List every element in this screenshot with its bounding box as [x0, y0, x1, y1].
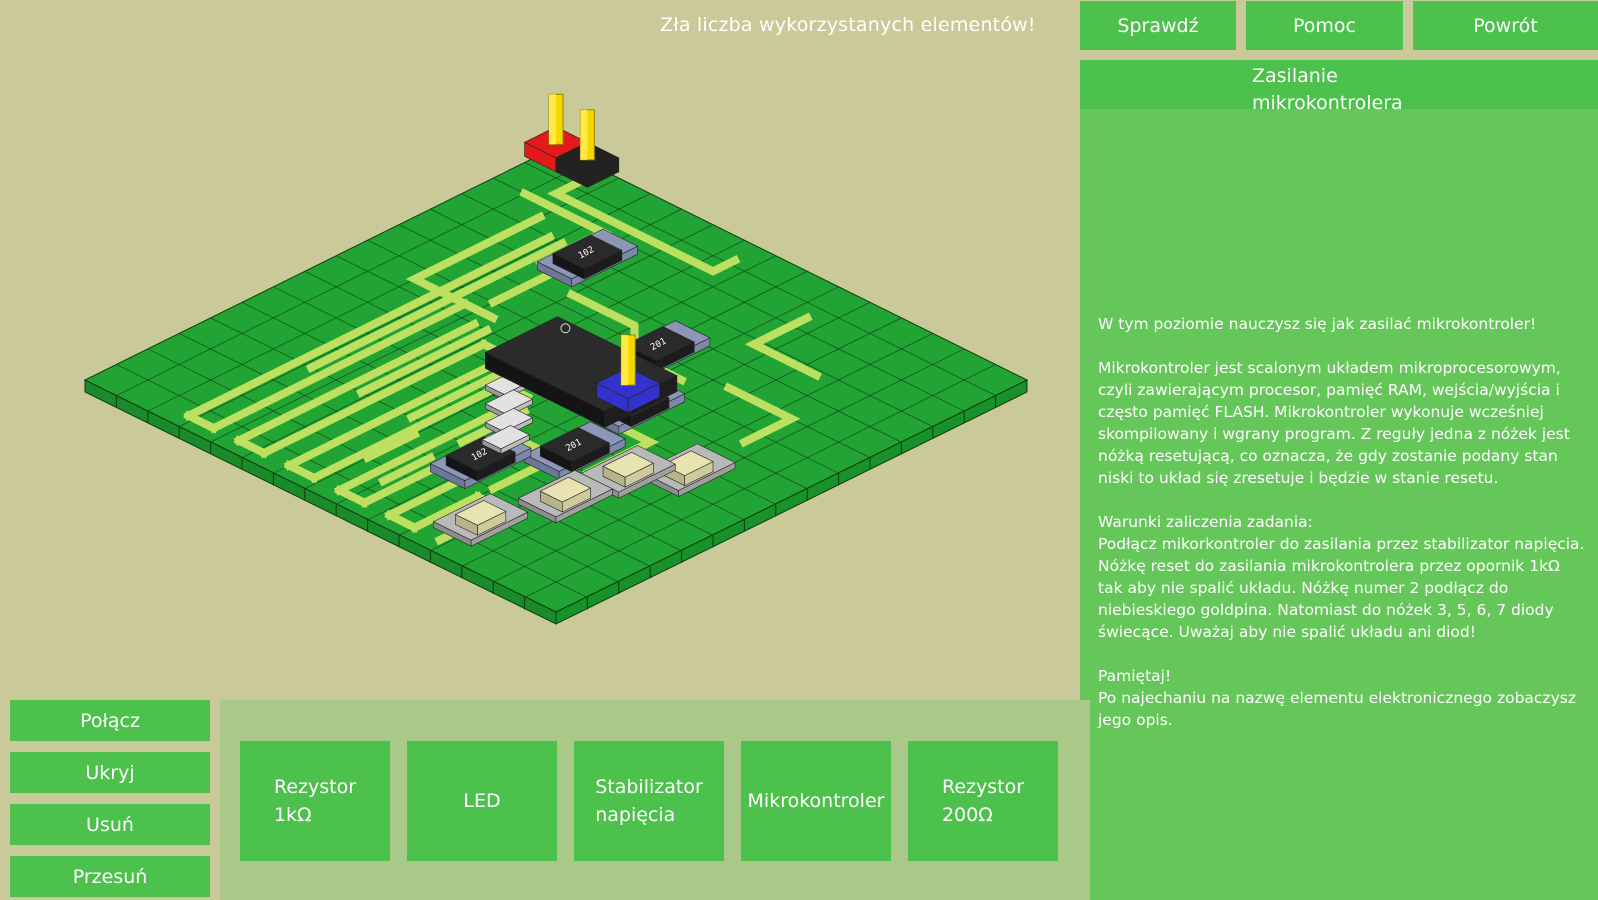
panel-title-bar: Zasilanie mikrokontrolera: [1080, 60, 1598, 114]
intro-text: W tym poziomie nauczysz się jak zasilać …: [1098, 315, 1537, 333]
part-led-label: LED: [463, 790, 501, 812]
back-button[interactable]: Powrót: [1413, 1, 1598, 50]
conditions-text: Podłącz mikorkontroler do zasilania prze…: [1098, 535, 1585, 641]
goldpin-black-pin-highlight: [580, 109, 588, 160]
part-voltage-regulator[interactable]: Stabilizator napięcia: [574, 741, 724, 861]
remember-heading: Pamiętaj!: [1098, 667, 1172, 685]
conditions-block: Warunki zaliczenia zadania: Podłącz miko…: [1098, 511, 1588, 643]
parts-tray: Rezystor 1kΩ LED Stabilizator napięcia Mik…: [220, 700, 1090, 900]
help-button[interactable]: Pomoc: [1246, 1, 1403, 50]
part-resistor-200-value: 200Ω: [941, 804, 993, 826]
part-regulator-label: Stabilizator: [595, 776, 703, 798]
connect-button[interactable]: Połącz: [10, 700, 210, 741]
part-led[interactable]: LED: [407, 741, 557, 861]
part-microcontroller[interactable]: Mikrokontroler: [741, 741, 891, 861]
goldpin-blue: [620, 334, 636, 386]
circuit-board[interactable]: 201102201201102: [0, 0, 1080, 690]
info-panel: Zasilanie mikrokontrolera W tym poziomie…: [1080, 60, 1598, 900]
description-text: Mikrokontroler jest scalonym układem mik…: [1098, 359, 1570, 487]
part-regulator-label-2: napięcia: [595, 804, 676, 826]
remember-block: Pamiętaj! Po najechaniu na nazwę element…: [1098, 665, 1588, 731]
conditions-heading: Warunki zaliczenia zadania:: [1098, 513, 1313, 531]
level-title: Zasilanie mikrokontrolera: [1252, 65, 1403, 114]
goldpin-red: [548, 93, 564, 145]
board-canvas[interactable]: 201102201201102: [0, 0, 1080, 690]
remove-button[interactable]: Usuń: [10, 804, 210, 845]
part-mcu-label: Mikrokontroler: [747, 790, 885, 812]
goldpin-black: [579, 109, 595, 161]
move-button[interactable]: Przesuń: [10, 856, 210, 897]
part-resistor-200[interactable]: Rezystor 200Ω: [908, 741, 1058, 861]
goldpin-blue-pin-highlight: [621, 335, 629, 386]
part-resistor-1k-value: 1kΩ: [273, 804, 312, 826]
part-resistor-1k-label: Rezystor: [273, 776, 357, 798]
level-description: W tym poziomie nauczysz się jak zasilać …: [1098, 313, 1588, 753]
hide-button[interactable]: Ukryj: [10, 752, 210, 793]
remember-text: Po najechaniu na nazwę elementu elektron…: [1098, 689, 1576, 729]
part-resistor-1k[interactable]: Rezystor 1kΩ: [240, 741, 390, 861]
goldpin-red-pin-highlight: [549, 94, 556, 145]
part-resistor-200-label: Rezystor: [941, 776, 1025, 798]
check-button[interactable]: Sprawdź: [1080, 1, 1236, 50]
